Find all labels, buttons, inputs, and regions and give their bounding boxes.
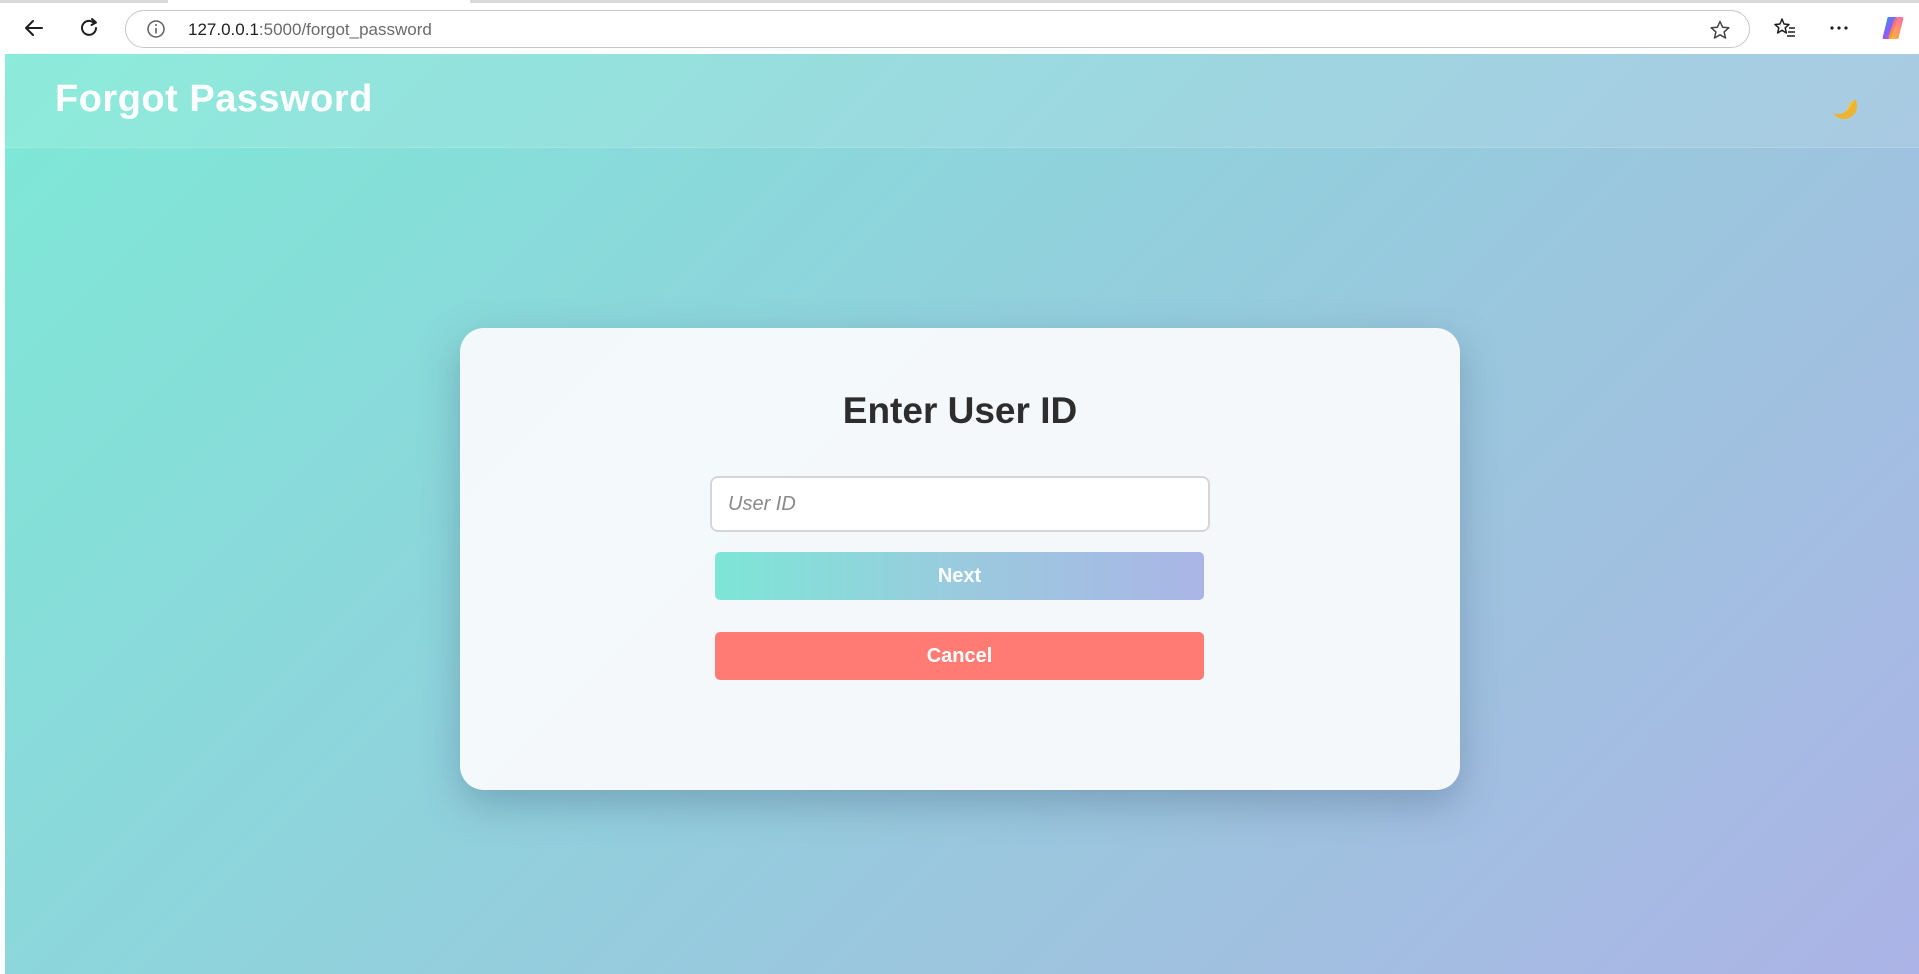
arrow-left-icon [25, 20, 43, 36]
forgot-password-card: Enter User ID Next Cancel [460, 328, 1460, 790]
url-host: 127.0.0.1 [188, 20, 259, 39]
favorites-button[interactable] [1769, 12, 1801, 44]
reload-button[interactable] [73, 12, 105, 44]
page-viewport: Forgot Password Enter User ID Next Cance… [5, 54, 1919, 974]
cancel-button[interactable]: Cancel [715, 632, 1204, 680]
moon-icon [1833, 99, 1858, 120]
active-tab-indicator[interactable] [168, 0, 470, 3]
copilot-icon [1882, 17, 1904, 39]
page-title: Forgot Password [55, 78, 373, 120]
url-text[interactable]: 127.0.0.1:5000/forgot_password [188, 20, 432, 40]
copilot-button[interactable] [1877, 12, 1909, 44]
star-icon[interactable] [1709, 19, 1731, 41]
browser-toolbar: 127.0.0.1:5000/forgot_password [0, 0, 1919, 54]
url-path: :5000/forgot_password [258, 20, 432, 39]
favorites-list-icon [1774, 18, 1795, 37]
app-header: Forgot Password [5, 54, 1919, 148]
back-button[interactable] [18, 12, 50, 44]
card-title: Enter User ID [842, 390, 1078, 431]
info-icon[interactable] [146, 19, 166, 39]
more-options-button[interactable] [1823, 12, 1855, 44]
next-button[interactable]: Next [715, 552, 1204, 600]
theme-toggle-button[interactable] [1827, 87, 1859, 120]
refresh-icon [81, 18, 97, 36]
address-bar[interactable]: 127.0.0.1:5000/forgot_password [125, 10, 1750, 48]
user-id-input[interactable] [710, 476, 1210, 532]
ellipsis-icon [1830, 26, 1848, 30]
